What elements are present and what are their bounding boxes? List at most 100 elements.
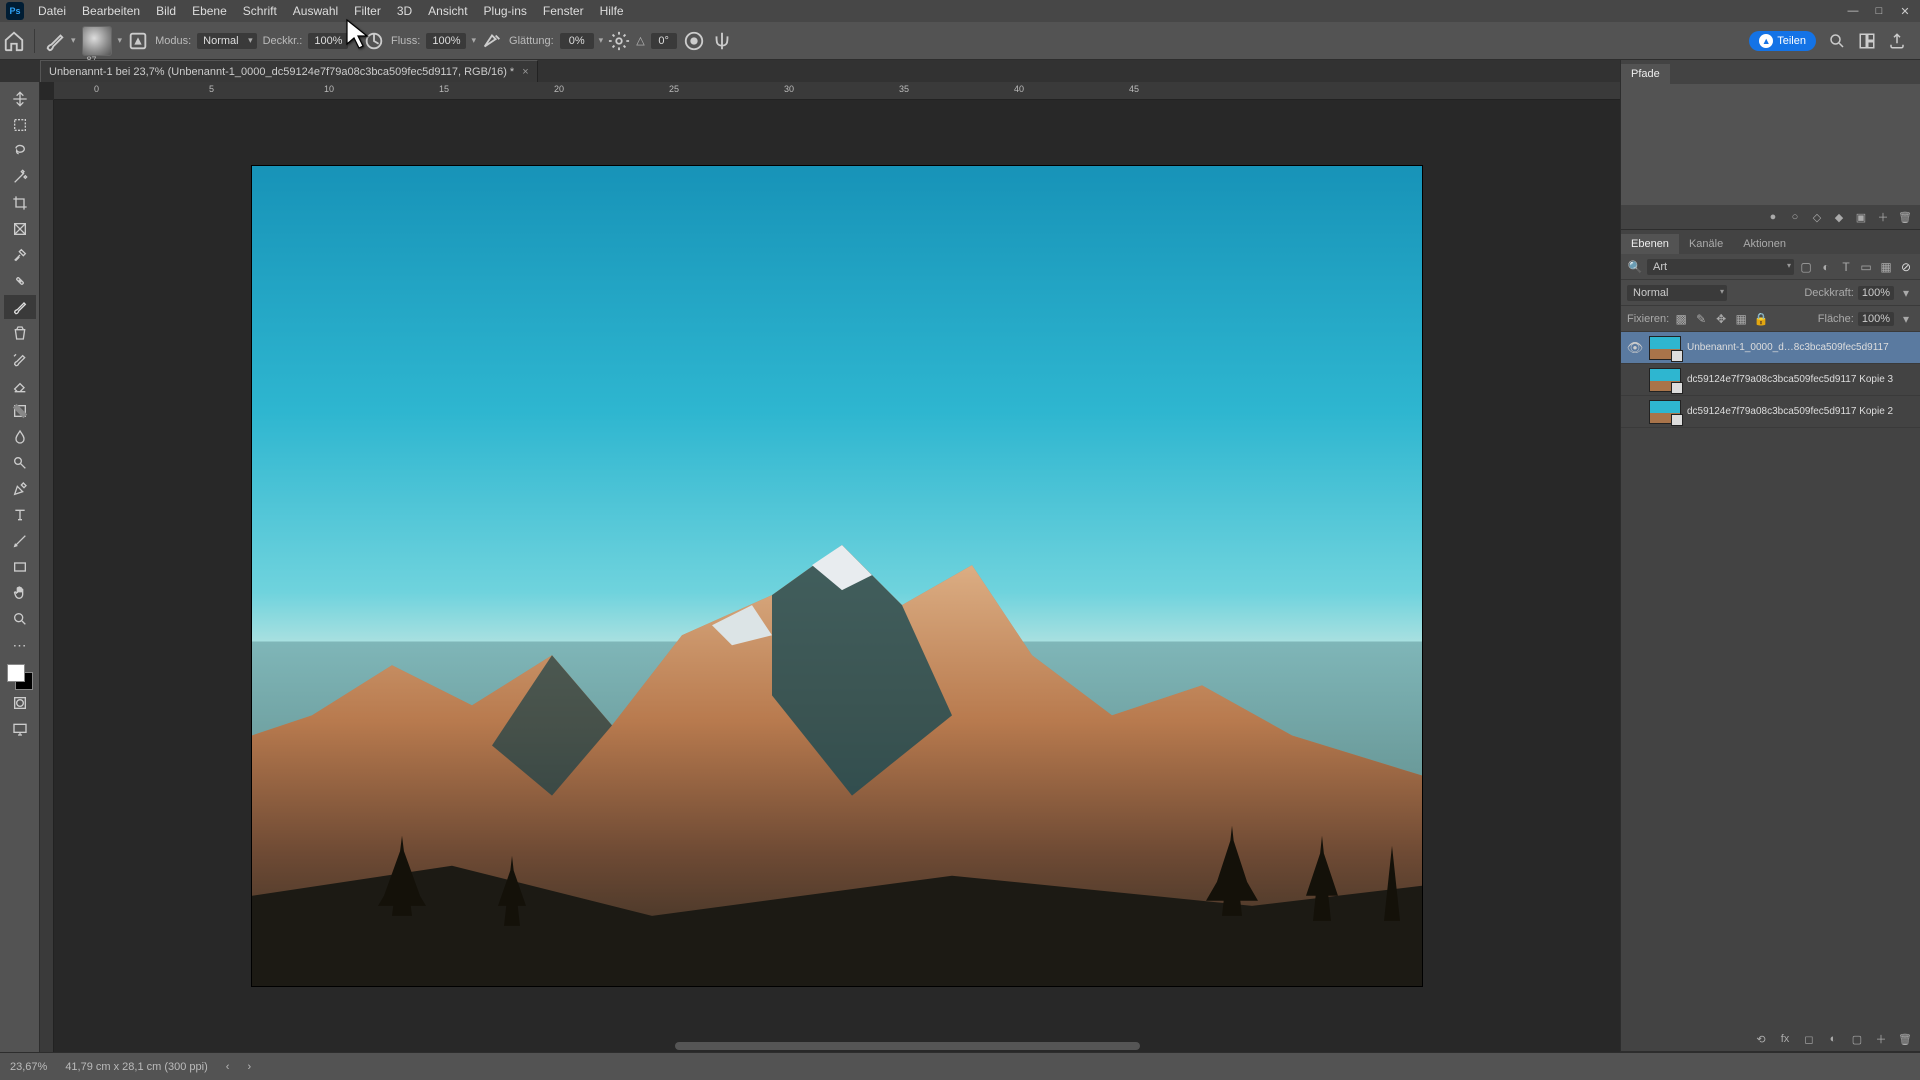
filter-toggle-icon[interactable]: ⊘ [1898, 259, 1914, 275]
search-icon[interactable] [1828, 32, 1846, 50]
menu-ebene[interactable]: Ebene [184, 0, 235, 22]
filter-image-icon[interactable]: ▢ [1798, 259, 1814, 275]
document-dimensions[interactable]: 41,79 cm x 28,1 cm (300 ppi) [65, 1061, 207, 1073]
export-icon[interactable] [1888, 32, 1906, 50]
lock-trans-icon[interactable]: ▩ [1673, 311, 1689, 327]
link-layers-icon[interactable]: ⟲ [1754, 1033, 1768, 1046]
new-layer-icon[interactable]: ＋ [1874, 1031, 1888, 1047]
lock-paint-icon[interactable]: ✎ [1693, 311, 1709, 327]
edit-toolbar[interactable]: ⋯ [4, 633, 36, 657]
filter-adjust-icon[interactable]: ◐ [1818, 259, 1834, 275]
smoothing-gear-icon[interactable] [608, 30, 630, 52]
marquee-tool[interactable] [4, 113, 36, 137]
symmetry-icon[interactable] [711, 30, 733, 52]
gradient-tool[interactable] [4, 399, 36, 423]
home-icon[interactable] [3, 30, 25, 52]
brush-preset-thumb[interactable]: 87 [82, 26, 112, 56]
workspace-icon[interactable] [1858, 32, 1876, 50]
lock-all-icon[interactable]: 🔒 [1753, 311, 1769, 327]
path-tool[interactable] [4, 529, 36, 553]
filter-smart-icon[interactable]: ▦ [1878, 259, 1894, 275]
menu-schrift[interactable]: Schrift [235, 0, 285, 22]
horizontal-ruler[interactable]: 051015202530354045 [54, 82, 1620, 100]
smoothing-value[interactable]: 0% [560, 33, 594, 49]
lasso-tool[interactable] [4, 139, 36, 163]
layer-filter-select[interactable]: Art [1647, 259, 1794, 275]
brush-preset-dropdown[interactable]: ▾ [118, 35, 123, 46]
airbrush-icon[interactable] [481, 30, 503, 52]
layer-thumbnail[interactable] [1649, 336, 1681, 360]
channels-tab[interactable]: Kanäle [1679, 234, 1733, 254]
layer-fx-icon[interactable]: fx [1778, 1033, 1792, 1045]
frame-tool[interactable] [4, 217, 36, 241]
opacity-dropdown-icon[interactable]: ▾ [1898, 285, 1914, 301]
hand-tool[interactable] [4, 581, 36, 605]
new-path-icon[interactable]: ▣ [1854, 211, 1868, 224]
layer-blend-select[interactable]: Normal [1627, 285, 1727, 301]
scrollbar-thumb[interactable] [675, 1042, 1141, 1050]
angle-value[interactable]: 0° [651, 33, 677, 49]
menu-bild[interactable]: Bild [148, 0, 184, 22]
layer-name[interactable]: dc59124e7f79a08c3bca509fec5d9117 Kopie 2 [1687, 406, 1920, 417]
flow-value[interactable]: 100% [426, 33, 466, 49]
blur-tool[interactable] [4, 425, 36, 449]
pressure-opacity-icon[interactable] [363, 30, 385, 52]
zoom-level[interactable]: 23,67% [10, 1061, 47, 1073]
document-image[interactable] [252, 166, 1422, 986]
stroke-path-icon[interactable]: ○ [1788, 211, 1802, 223]
adjustment-icon[interactable]: ◐ [1826, 1033, 1840, 1045]
brush-tool-icon[interactable] [44, 30, 66, 52]
status-next-icon[interactable]: › [247, 1061, 251, 1073]
layer-name[interactable]: dc59124e7f79a08c3bca509fec5d9117 Kopie 3 [1687, 374, 1920, 385]
color-swatch[interactable] [7, 664, 33, 690]
brush-tool[interactable] [4, 295, 36, 319]
fill-dropdown-icon[interactable]: ▾ [1898, 311, 1914, 327]
window-maximize-button[interactable]: □ [1870, 4, 1888, 18]
delete-layer-icon[interactable]: 🗑 [1898, 1033, 1912, 1046]
wand-tool[interactable] [4, 165, 36, 189]
layer-name[interactable]: Unbenannt-1_0000_d…8c3bca509fec5d9117 [1687, 342, 1920, 353]
layer-row[interactable]: dc59124e7f79a08c3bca509fec5d9117 Kopie 2 [1621, 396, 1920, 428]
screenmode-icon[interactable] [4, 717, 36, 741]
eraser-tool[interactable] [4, 373, 36, 397]
menu-fenster[interactable]: Fenster [535, 0, 592, 22]
path-mask-icon[interactable]: ◆ [1832, 211, 1846, 224]
layer-thumbnail[interactable] [1649, 400, 1681, 424]
window-minimize-button[interactable]: — [1844, 4, 1862, 18]
eyedropper-tool[interactable] [4, 243, 36, 267]
group-icon[interactable]: ▢ [1850, 1033, 1864, 1046]
layer-row[interactable]: 👁 Unbenannt-1_0000_d…8c3bca509fec5d9117 [1621, 332, 1920, 364]
menu-filter[interactable]: Filter [346, 0, 389, 22]
filter-type-icon[interactable]: T [1838, 259, 1854, 275]
paths-tab[interactable]: Pfade [1621, 64, 1670, 84]
canvas-viewport[interactable] [54, 100, 1620, 1052]
layer-row[interactable]: dc59124e7f79a08c3bca509fec5d9117 Kopie 3 [1621, 364, 1920, 396]
layer-opacity-value[interactable]: 100% [1858, 286, 1894, 300]
opacity-value[interactable]: 100% [308, 33, 348, 49]
fill-path-icon[interactable]: ● [1766, 211, 1780, 223]
layers-tab[interactable]: Ebenen [1621, 234, 1679, 254]
healing-tool[interactable] [4, 269, 36, 293]
menu-bearbeiten[interactable]: Bearbeiten [74, 0, 148, 22]
actions-tab[interactable]: Aktionen [1733, 234, 1796, 254]
lock-pos-icon[interactable]: ✥ [1713, 311, 1729, 327]
clone-tool[interactable] [4, 321, 36, 345]
crop-tool[interactable] [4, 191, 36, 215]
document-tab[interactable]: Unbenannt-1 bei 23,7% (Unbenannt-1_0000_… [40, 60, 538, 82]
menu-hilfe[interactable]: Hilfe [592, 0, 632, 22]
lock-nest-icon[interactable]: ▦ [1733, 311, 1749, 327]
menu-ansicht[interactable]: Ansicht [420, 0, 475, 22]
rectangle-tool[interactable] [4, 555, 36, 579]
type-tool[interactable] [4, 503, 36, 527]
foreground-color[interactable] [7, 664, 25, 682]
menu-plugins[interactable]: Plug-ins [476, 0, 535, 22]
dodge-tool[interactable] [4, 451, 36, 475]
pressure-size-icon[interactable] [683, 30, 705, 52]
visibility-toggle[interactable]: 👁 [1621, 340, 1649, 356]
menu-auswahl[interactable]: Auswahl [285, 0, 346, 22]
layer-thumbnail[interactable] [1649, 368, 1681, 392]
move-tool[interactable] [4, 87, 36, 111]
add-path-icon[interactable]: ＋ [1876, 209, 1890, 225]
tool-preset-dropdown[interactable]: ▾ [71, 35, 76, 46]
flow-dropdown[interactable]: ▾ [471, 35, 476, 46]
